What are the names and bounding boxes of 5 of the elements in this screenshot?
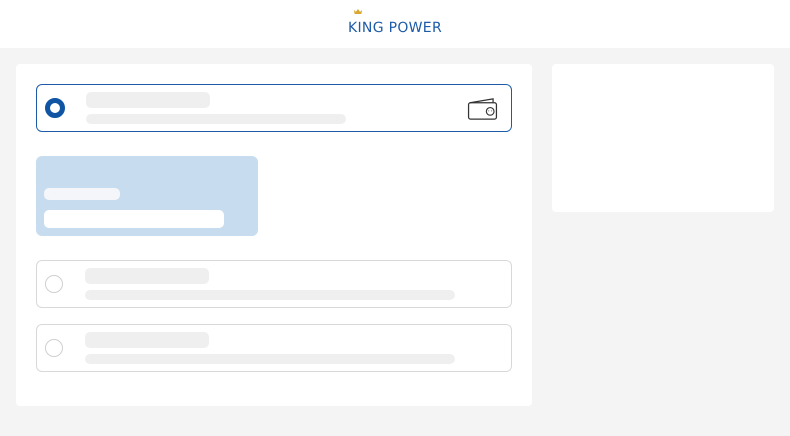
crown-icon bbox=[353, 8, 364, 14]
wallet-icon bbox=[467, 96, 498, 120]
radio-button[interactable] bbox=[45, 98, 65, 118]
payment-option[interactable] bbox=[36, 84, 512, 132]
brand-logo[interactable]: KING POWER bbox=[348, 20, 442, 36]
